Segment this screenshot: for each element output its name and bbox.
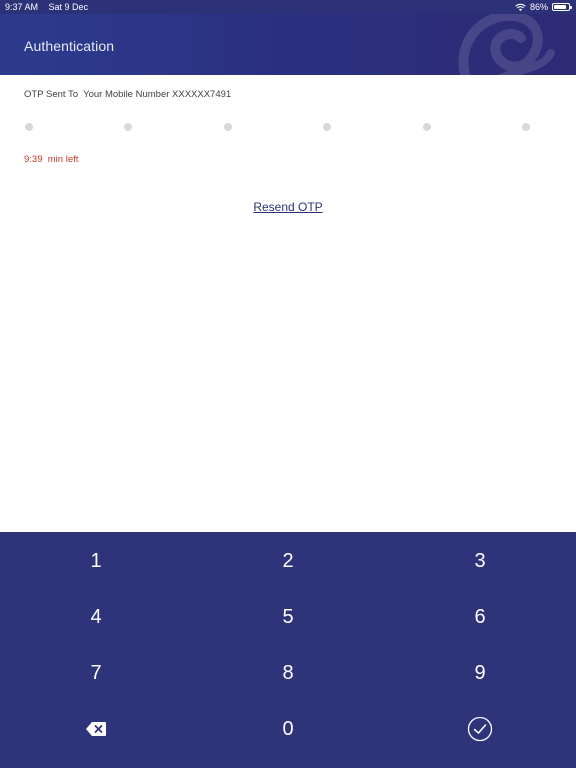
status-right: 86% — [515, 0, 572, 14]
otp-digit-slot-4[interactable] — [323, 123, 331, 131]
otp-digit-slot-1[interactable] — [25, 123, 33, 131]
page-title: Authentication — [24, 38, 115, 54]
key-8[interactable]: 8 — [192, 645, 384, 701]
wifi-icon — [515, 3, 526, 11]
confirm-button[interactable] — [384, 701, 576, 757]
status-date: Sat 9 Dec — [48, 2, 89, 12]
status-bar: 9:37 AM Sat 9 Dec 86% — [0, 0, 576, 14]
check-circle-icon — [467, 716, 493, 742]
status-left: 9:37 AM Sat 9 Dec — [5, 0, 96, 14]
backspace-button[interactable] — [0, 701, 192, 757]
otp-sent-message: OTP Sent To Your Mobile Number XXXXXX749… — [24, 89, 232, 100]
key-0[interactable]: 0 — [192, 701, 384, 757]
otp-digit-slot-2[interactable] — [124, 123, 132, 131]
key-1[interactable]: 1 — [0, 533, 192, 589]
brand-logo-icon — [458, 14, 555, 75]
otp-digit-slot-6[interactable] — [522, 123, 530, 131]
battery-icon — [552, 3, 572, 11]
key-3[interactable]: 3 — [384, 533, 576, 589]
app-header: Authentication — [0, 14, 576, 75]
key-4[interactable]: 4 — [0, 589, 192, 645]
battery-percent: 86% — [529, 2, 548, 12]
otp-input[interactable] — [0, 123, 576, 133]
key-7[interactable]: 7 — [0, 645, 192, 701]
otp-digit-slot-5[interactable] — [423, 123, 431, 131]
resend-otp-link[interactable]: Resend OTP — [0, 200, 576, 214]
otp-digit-slot-3[interactable] — [224, 123, 232, 131]
key-9[interactable]: 9 — [384, 645, 576, 701]
key-5[interactable]: 5 — [192, 589, 384, 645]
otp-timer: 9:39 min left — [24, 154, 79, 165]
status-time: 9:37 AM — [5, 2, 39, 12]
key-2[interactable]: 2 — [192, 533, 384, 589]
key-6[interactable]: 6 — [384, 589, 576, 645]
numeric-keypad: 1 2 3 4 5 6 7 8 9 0 — [0, 532, 576, 768]
backspace-icon — [86, 722, 106, 736]
